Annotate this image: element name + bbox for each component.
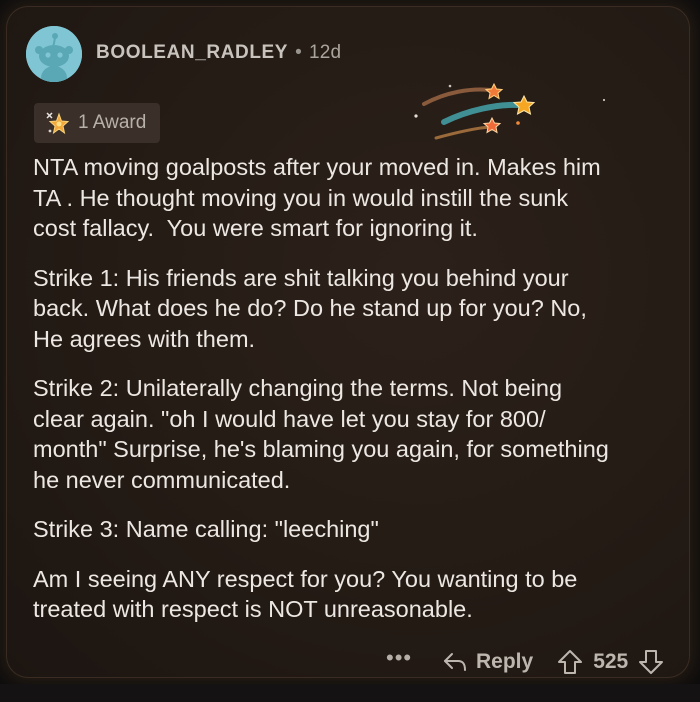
comment-body: NTA moving goalposts after your moved in… — [33, 152, 683, 644]
comment-paragraph: Am I seeing ANY respect for you? You wan… — [33, 565, 578, 623]
separator-dot: • — [295, 42, 302, 63]
more-options-button[interactable]: ••• — [386, 645, 436, 671]
comment-paragraph: NTA moving goalposts after your moved in… — [33, 154, 601, 241]
shooting-stars-icon — [414, 82, 606, 140]
comment-age: 12d — [308, 42, 342, 63]
comment-paragraph: Strike 1: His friends are shit talking y… — [33, 264, 587, 352]
reply-button[interactable]: Reply — [442, 650, 533, 674]
comment-actions: ••• Reply 525 — [386, 642, 664, 682]
bottom-divider — [0, 684, 700, 702]
award-label: 1 Award — [78, 112, 147, 133]
user-avatar[interactable] — [26, 26, 82, 82]
comment-paragraph: Strike 3: Name calling: "leeching" — [33, 516, 379, 542]
sparkle-star-icon — [44, 110, 70, 136]
vote-score: 525 — [593, 650, 629, 673]
comment-paragraph: Strike 2: Unilaterally changing the term… — [33, 375, 609, 493]
award-badge[interactable]: 1 Award — [34, 103, 161, 143]
vote-controls: 525 — [557, 649, 664, 675]
username-link[interactable]: BOOLEAN_RADLEY — [96, 42, 288, 63]
screen: BOOLEAN_RADLEY • 12d 1 Award NTA moving … — [0, 0, 700, 702]
comment-header: BOOLEAN_RADLEY • 12d — [96, 42, 341, 64]
downvote-arrow-icon[interactable] — [638, 649, 664, 675]
comment-card: BOOLEAN_RADLEY • 12d 1 Award NTA moving … — [6, 6, 690, 678]
snoo-icon — [26, 26, 82, 82]
upvote-arrow-icon[interactable] — [557, 649, 583, 675]
reply-label: Reply — [476, 650, 534, 673]
reply-arrow-icon — [442, 651, 468, 673]
